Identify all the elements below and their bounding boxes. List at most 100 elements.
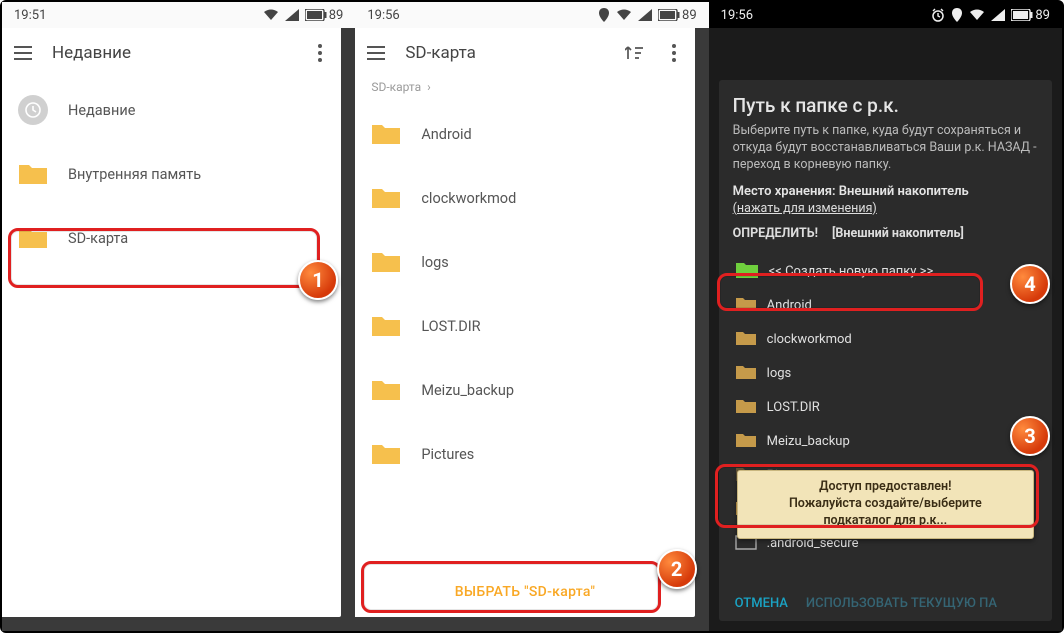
- folder-new-icon: [735, 261, 759, 283]
- folder-label: Meizu_backup: [767, 434, 850, 449]
- folder-icon: [18, 162, 48, 186]
- signal-icon: [638, 9, 652, 21]
- select-button-label: ВЫБРАТЬ "SD-карта": [455, 584, 595, 600]
- menu-icon[interactable]: [365, 42, 387, 64]
- folder-row[interactable]: logs: [733, 357, 1038, 391]
- folder-list: Android clockworkmod logs LOST.DIR Meizu…: [355, 102, 694, 567]
- create-folder-label: << Создать новую папку >>: [769, 264, 934, 279]
- folder-label: Meizu_backup: [421, 382, 514, 399]
- list-item-label: Внутренняя память: [68, 166, 201, 183]
- more-icon[interactable]: [309, 42, 331, 64]
- phone-3: 19:56 89 Н: [709, 2, 1062, 631]
- wifi-icon: [263, 9, 279, 21]
- toast-line: Доступ предоставлен!: [748, 479, 1023, 496]
- clock-icon: [18, 95, 48, 125]
- badge-1: 1: [298, 260, 338, 300]
- storage-change-link[interactable]: (нажать для изменения): [733, 201, 1038, 216]
- folder-icon: [735, 330, 757, 350]
- dialog-title: Путь к папке с р.к.: [733, 94, 1038, 117]
- title-text: Недавние: [52, 43, 131, 63]
- signal-icon: [285, 9, 299, 21]
- folder-icon: [735, 296, 757, 316]
- folder-row[interactable]: Android: [733, 289, 1038, 323]
- folder-label: Android: [421, 126, 471, 143]
- alarm-icon: [931, 8, 945, 22]
- folder-icon: [735, 364, 757, 384]
- folder-label: logs: [421, 254, 448, 271]
- folder-row[interactable]: Android: [355, 102, 694, 166]
- cancel-button[interactable]: ОТМЕНА: [735, 596, 788, 611]
- path-dialog: Путь к папке с р.к. Выберите путь к папк…: [719, 80, 1052, 621]
- phone-2: 19:56 89: [355, 2, 708, 631]
- battery-indicator: 89: [1011, 8, 1050, 23]
- folder-icon: [735, 398, 757, 418]
- wifi-icon: [616, 9, 632, 21]
- folder-label: Android: [767, 298, 812, 313]
- dialog-footer: ОТМЕНА ИСПОЛЬЗОВАТЬ ТЕКУЩУЮ ПА: [733, 588, 1038, 615]
- folder-label: clockworkmod: [767, 332, 852, 347]
- create-folder-row[interactable]: << Создать новую папку >>: [733, 255, 1038, 289]
- folder-row[interactable]: clockworkmod: [733, 323, 1038, 357]
- folder-icon: [18, 226, 48, 250]
- file-picker-app: Недавние Недавние Внутренняя па: [2, 28, 341, 617]
- status-time: 19:51: [14, 8, 46, 23]
- battery-percent: 89: [329, 8, 344, 23]
- folder-row[interactable]: logs: [355, 230, 694, 294]
- breadcrumb-item: SD-карта: [371, 80, 421, 94]
- folder-row[interactable]: Pictures: [355, 422, 694, 486]
- folder-icon: [371, 442, 401, 466]
- folder-label: Pictures: [421, 446, 474, 463]
- wifi-icon: [969, 9, 985, 21]
- folder-icon: [735, 432, 757, 452]
- folder-icon: [371, 186, 401, 210]
- battery-indicator: 89: [305, 8, 344, 23]
- titlebar: Недавние: [2, 28, 341, 78]
- toast: Доступ предоставлен! Пожалуйста создайте…: [737, 470, 1034, 539]
- status-bar: 19:56 89: [709, 2, 1062, 28]
- backup-app: Н Путь к папке с р.к. Выберите путь к па…: [709, 28, 1062, 631]
- list-item-internal[interactable]: Внутренняя память: [2, 142, 341, 206]
- folder-label: LOST.DIR: [421, 318, 480, 335]
- list-item-recent[interactable]: Недавние: [2, 78, 341, 142]
- status-time: 19:56: [367, 8, 399, 23]
- dialog-toolbar: ОПРЕДЕЛИТЬ! [Внешний накопитель]: [733, 226, 1038, 247]
- detect-button[interactable]: ОПРЕДЕЛИТЬ!: [733, 226, 818, 241]
- folder-icon: [371, 378, 401, 402]
- breadcrumb[interactable]: SD-карта ›: [355, 78, 694, 102]
- battery-percent: 89: [682, 8, 697, 23]
- phone-1: 19:51 89 Недавние: [2, 2, 355, 631]
- location-icon: [951, 8, 963, 22]
- badge-4: 4: [1010, 264, 1050, 304]
- list-item-sdcard[interactable]: SD-карта: [2, 206, 341, 270]
- toast-line: подкаталог для р.к...: [748, 513, 1023, 530]
- sort-icon[interactable]: [623, 42, 645, 64]
- status-time: 19:56: [721, 8, 753, 23]
- folder-row[interactable]: LOST.DIR: [733, 391, 1038, 425]
- folder-icon: [371, 122, 401, 146]
- list-item-label: SD-карта: [68, 230, 128, 247]
- use-current-button[interactable]: ИСПОЛЬЗОВАТЬ ТЕКУЩУЮ ПА: [806, 596, 997, 611]
- folder-label: clockworkmod: [421, 190, 516, 207]
- folder-row[interactable]: LOST.DIR: [355, 294, 694, 358]
- badge-2: 2: [657, 549, 697, 589]
- folder-icon: [371, 250, 401, 274]
- storage-label: Место хранения: Внешний накопитель: [733, 184, 1038, 199]
- folder-row[interactable]: Meizu_backup: [733, 425, 1038, 459]
- external-storage-button[interactable]: [Внешний накопитель]: [832, 226, 964, 241]
- battery-percent: 89: [1035, 8, 1050, 23]
- chevron-right-icon: ›: [427, 80, 431, 94]
- folder-label: LOST.DIR: [767, 400, 820, 415]
- menu-icon[interactable]: [12, 42, 34, 64]
- badge-3: 3: [1010, 416, 1050, 456]
- folder-label: logs: [767, 366, 792, 381]
- select-button[interactable]: ВЫБРАТЬ "SD-карта": [355, 567, 694, 617]
- battery-indicator: 89: [658, 8, 697, 23]
- more-icon[interactable]: [663, 42, 685, 64]
- location-icon: [598, 8, 610, 22]
- storage-list: Недавние Внутренняя память SD-карта: [2, 78, 341, 617]
- folder-row[interactable]: Meizu_backup: [355, 358, 694, 422]
- folder-icon: [371, 314, 401, 338]
- titlebar: SD-карта: [355, 28, 694, 78]
- list-item-label: Недавние: [68, 102, 135, 119]
- folder-row[interactable]: clockworkmod: [355, 166, 694, 230]
